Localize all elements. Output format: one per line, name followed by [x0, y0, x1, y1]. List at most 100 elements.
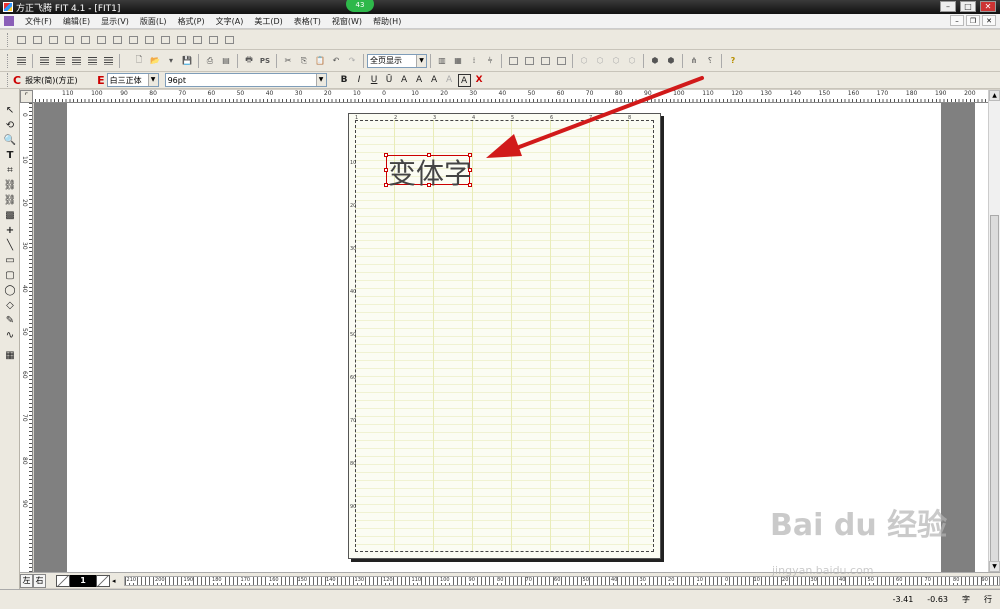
link-2-icon[interactable]: ⬡	[593, 54, 607, 68]
doc-restore-button[interactable]: ❐	[966, 15, 980, 26]
print-icon[interactable]: 🖶	[242, 54, 256, 68]
dropdown-arrow-icon[interactable]: ▾	[164, 54, 178, 68]
open-file-icon[interactable]: 📂	[148, 54, 162, 68]
next-page-icon[interactable]	[96, 574, 110, 587]
link-1-icon[interactable]: ⬡	[577, 54, 591, 68]
column-view-icon[interactable]: ▥	[435, 54, 449, 68]
left-page-button[interactable]: 左	[20, 573, 33, 588]
page-view-1-icon[interactable]	[506, 54, 520, 68]
same-height-icon[interactable]	[190, 33, 204, 47]
paste-icon[interactable]: 📋	[313, 54, 327, 68]
unlink-tool-icon[interactable]: ⛓	[2, 193, 18, 207]
save-icon[interactable]: 💾	[180, 54, 194, 68]
zoom-icon[interactable]: 🔍	[2, 133, 18, 147]
toolbar-grip[interactable]	[7, 53, 10, 68]
group-icon[interactable]	[222, 33, 236, 47]
doc-minimize-button[interactable]: –	[950, 15, 964, 26]
distribute-v-icon[interactable]	[126, 33, 140, 47]
space-h-icon[interactable]	[142, 33, 156, 47]
scrollbar-thumb[interactable]	[990, 215, 999, 575]
para-align-left-icon[interactable]	[14, 54, 28, 68]
minimize-button[interactable]: –	[940, 1, 956, 12]
print-setup-icon[interactable]: ▤	[219, 54, 233, 68]
undo-icon[interactable]: ↶	[329, 54, 343, 68]
pen-tool-icon[interactable]: ✎	[2, 313, 18, 327]
distribute-h-icon[interactable]	[110, 33, 124, 47]
link-3-icon[interactable]: ⬡	[609, 54, 623, 68]
toolbar-grip[interactable]	[7, 73, 10, 87]
select-arrow-icon[interactable]: ↖	[2, 103, 18, 117]
vertical-scrollbar[interactable]: ▲ ▼	[988, 90, 1000, 575]
outline-text-button[interactable]: A	[413, 74, 426, 87]
menu-help[interactable]: 帮助(H)	[368, 16, 407, 27]
superscript-button[interactable]: A	[443, 74, 456, 87]
ellipse-tool-icon[interactable]: ◯	[2, 283, 18, 297]
page-tab[interactable]: 1	[70, 574, 96, 587]
whats-this-icon[interactable]: ⸮	[703, 54, 717, 68]
master-page-icon[interactable]	[56, 574, 70, 587]
layer-1-icon[interactable]: ⬢	[648, 54, 662, 68]
zoom-select[interactable]: 全页显示 ▼	[367, 53, 427, 68]
rotate-icon[interactable]: ⟲	[2, 118, 18, 132]
menu-view[interactable]: 显示(V)	[96, 16, 135, 27]
align-left-icon[interactable]	[14, 33, 28, 47]
same-width-icon[interactable]	[174, 33, 188, 47]
same-size-icon[interactable]	[206, 33, 220, 47]
menu-table[interactable]: 表格(T)	[289, 16, 327, 27]
menu-layout[interactable]: 版面(L)	[135, 16, 173, 27]
page-view-3-icon[interactable]	[538, 54, 552, 68]
cut-icon[interactable]: ✂	[281, 54, 295, 68]
space-v-icon[interactable]	[158, 33, 172, 47]
rounded-rect-tool-icon[interactable]: ▢	[2, 268, 18, 282]
para-distribute-icon[interactable]	[101, 54, 115, 68]
line-tool-icon[interactable]: ╲	[2, 238, 18, 252]
align-hcenter-icon[interactable]	[30, 33, 44, 47]
copy-icon[interactable]: ⎘	[297, 54, 311, 68]
bold-button[interactable]: B	[338, 74, 351, 87]
page-view-4-icon[interactable]	[554, 54, 568, 68]
menu-window[interactable]: 视窗(W)	[327, 16, 368, 27]
chinese-font-select[interactable]: 报宋(简)(方正)	[23, 73, 95, 87]
variant-text[interactable]: 变体字	[388, 152, 472, 192]
menu-art[interactable]: 美工(D)	[249, 16, 288, 27]
doc-close-button[interactable]: ✕	[982, 15, 996, 26]
para-right-icon[interactable]	[69, 54, 83, 68]
scroll-down-icon[interactable]: ▼	[989, 561, 1000, 572]
para-center-icon[interactable]	[53, 54, 67, 68]
new-file-icon[interactable]: 🗋	[132, 54, 146, 68]
shadow-text-button[interactable]: A	[398, 74, 411, 87]
vertical-ruler[interactable]: 0 10 20 30 40 50 60 70 80 90	[20, 103, 33, 572]
help-icon[interactable]: ?	[726, 54, 740, 68]
menu-format[interactable]: 格式(P)	[173, 16, 211, 27]
diamond-tool-icon[interactable]: ◇	[2, 298, 18, 312]
menu-file[interactable]: 文件(F)	[20, 16, 58, 27]
italic-button[interactable]: I	[353, 74, 366, 87]
toolbar-grip[interactable]	[7, 32, 10, 47]
crosshair-icon[interactable]: +	[2, 223, 18, 237]
ruler-origin-icon[interactable]: ⌜	[20, 90, 33, 103]
grid-view-icon[interactable]: ▦	[451, 54, 465, 68]
tree-icon[interactable]: ⋔	[687, 54, 701, 68]
right-page-button[interactable]: 右	[33, 573, 46, 588]
underline-button[interactable]: U	[368, 74, 381, 87]
crop-icon[interactable]: ⌗	[2, 163, 18, 177]
redo-icon[interactable]: ↷	[345, 54, 359, 68]
boxed-text-button[interactable]: A	[457, 73, 471, 87]
para-justify-left-icon[interactable]	[37, 54, 51, 68]
scroll-up-icon[interactable]: ▲	[989, 90, 1000, 101]
preview-icon[interactable]: ⎙	[203, 54, 217, 68]
page-view-2-icon[interactable]	[522, 54, 536, 68]
link-tool-icon[interactable]: ⛓	[2, 178, 18, 192]
font-size-select[interactable]: 96pt ▼	[164, 73, 327, 87]
table-tool-icon[interactable]: ▦	[2, 348, 18, 362]
align-top-icon[interactable]	[62, 33, 76, 47]
link-4-icon[interactable]: ⬡	[625, 54, 639, 68]
menu-edit[interactable]: 编辑(E)	[58, 16, 96, 27]
rectangle-tool-icon[interactable]: ▭	[2, 253, 18, 267]
menu-text[interactable]: 文字(A)	[211, 16, 250, 27]
image-tool-icon[interactable]: ▩	[2, 208, 18, 222]
scroll-left-icon[interactable]: ◂	[112, 577, 116, 585]
guide-icon[interactable]: ⁞	[467, 54, 481, 68]
document-icon[interactable]	[4, 16, 14, 26]
ps-output-icon[interactable]: PS	[258, 54, 272, 68]
